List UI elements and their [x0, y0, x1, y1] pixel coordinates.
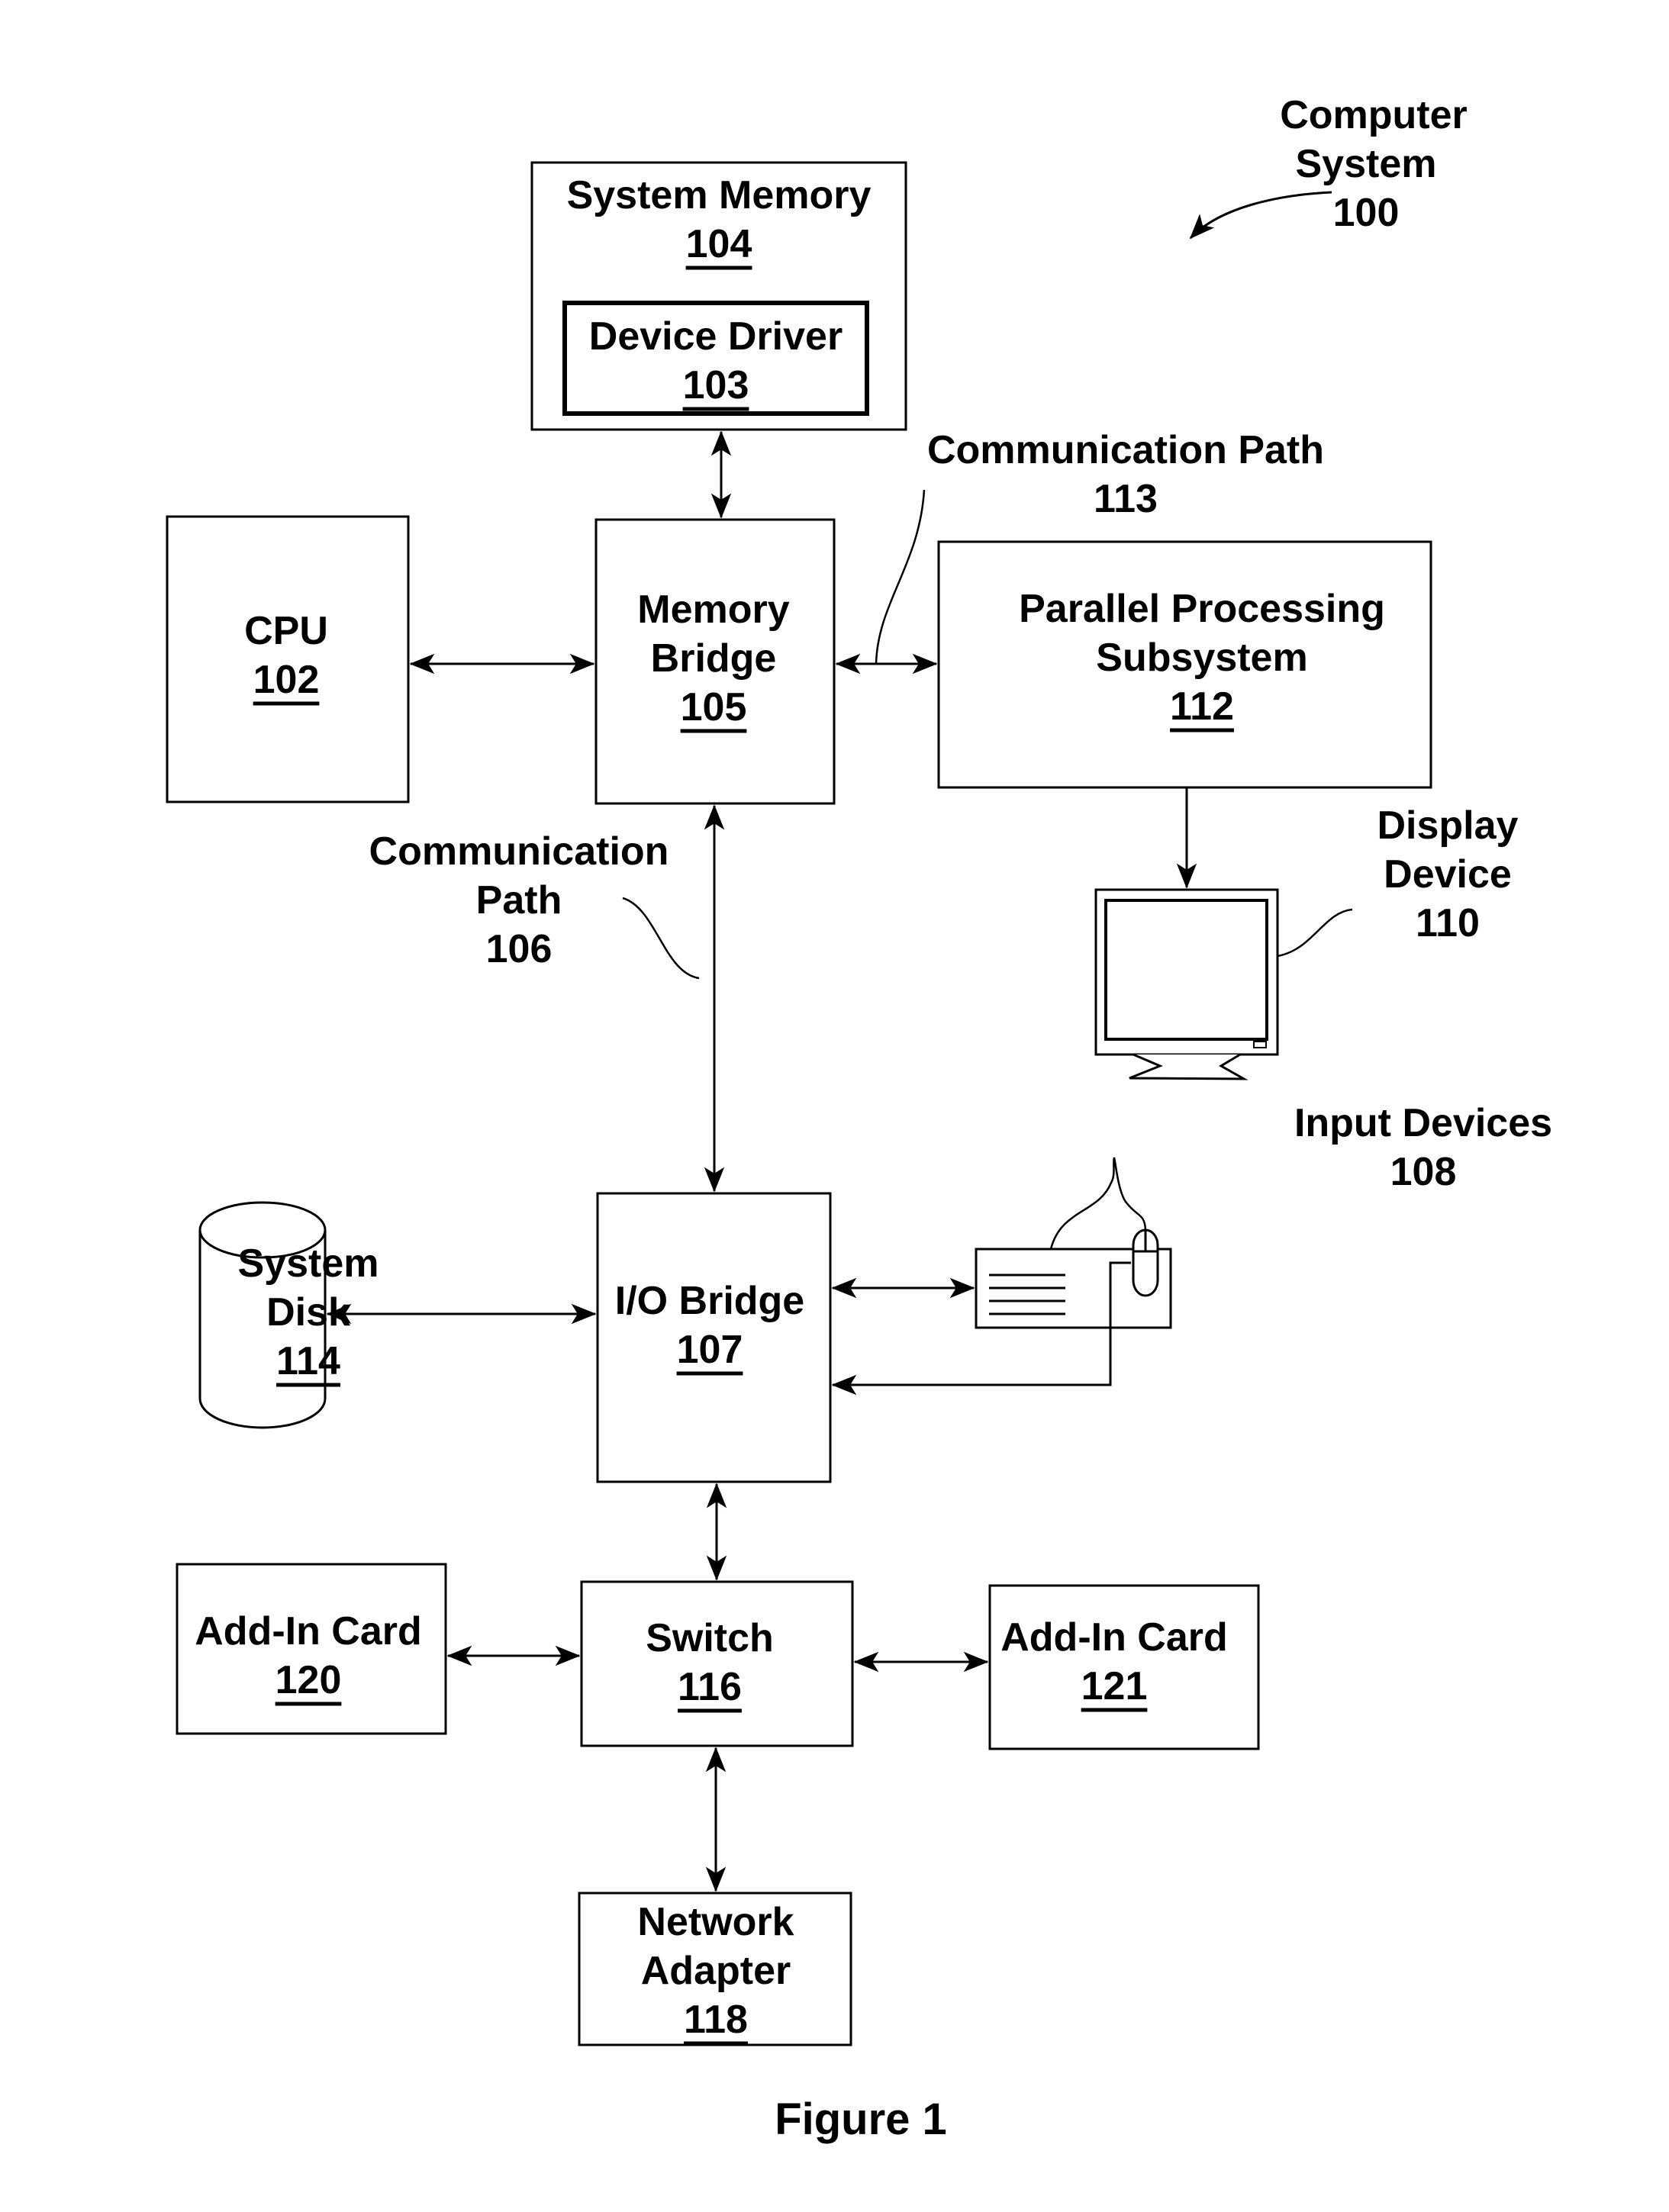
communication-path-106-callout: Communication Path 106: [369, 829, 700, 980]
parallel-processing-block[interactable]: Parallel Processing Subsystem 112: [937, 540, 1432, 789]
display-device-block[interactable]: Display Device 110: [1094, 803, 1519, 1080]
network-adapter-block[interactable]: Network Adapter 118: [578, 1892, 852, 2046]
cpu-title: CPU: [244, 609, 328, 653]
network-adapter-ref: 118: [684, 1998, 748, 2042]
add-in-card-121-block[interactable]: Add-In Card 121: [988, 1584, 1260, 1750]
monitor-stand: [1129, 1053, 1249, 1080]
computer-system-line-2: System: [1296, 142, 1437, 186]
figure-title: Figure 1: [775, 2094, 947, 2144]
computer-system-ref: 100: [1333, 191, 1400, 235]
parallel-processing-line-2: Subsystem: [1096, 636, 1307, 680]
display-device-line-2: Device: [1384, 852, 1512, 897]
system-disk-ref: 114: [276, 1339, 340, 1383]
switch-title: Switch: [646, 1616, 774, 1660]
comm-path-113-ref: 113: [1094, 477, 1158, 521]
input-devices-brace: [1049, 1157, 1147, 1250]
memory-bridge-line-2: Bridge: [651, 636, 777, 681]
device-driver-title: Device Driver: [589, 314, 843, 359]
switch-box[interactable]: [580, 1580, 854, 1747]
cpu-ref: 102: [253, 658, 320, 702]
computer-system-diagram: Computer System 100 System Memory 104 De…: [166, 93, 1552, 2144]
comm-path-106-line-1: Communication: [369, 829, 669, 874]
network-adapter-line-1: Network: [637, 1900, 794, 1944]
add-in-card-121-title: Add-In Card: [1000, 1615, 1228, 1660]
monitor-screen: [1104, 899, 1268, 1041]
network-adapter-line-2: Adapter: [641, 1949, 791, 1993]
io-bridge-block[interactable]: I/O Bridge 107: [596, 1192, 832, 1483]
system-memory-title: System Memory: [567, 173, 872, 217]
comm-path-106-line-2: Path: [476, 878, 562, 922]
switch-ref: 116: [678, 1665, 742, 1709]
io-bridge-title: I/O Bridge: [615, 1279, 804, 1323]
comm-path-113-label: Communication Path: [927, 428, 1324, 472]
memory-bridge-line-1: Memory: [637, 588, 789, 632]
add-in-card-121-ref: 121: [1081, 1664, 1148, 1708]
computer-system-line-1: Computer: [1280, 93, 1468, 137]
system-memory-block[interactable]: System Memory 104 Device Driver 103: [530, 161, 907, 431]
display-device-ref: 110: [1416, 901, 1480, 945]
add-in-card-120-title: Add-In Card: [195, 1609, 422, 1653]
device-driver-ref: 103: [683, 363, 749, 407]
input-devices-ref: 108: [1390, 1150, 1457, 1194]
add-in-card-120-block[interactable]: Add-In Card 120: [176, 1563, 447, 1735]
system-disk-line-1: System: [238, 1241, 379, 1286]
memory-bridge-ref: 105: [681, 685, 747, 729]
add-in-card-120-ref: 120: [275, 1658, 342, 1702]
cpu-block[interactable]: CPU 102: [166, 515, 410, 803]
parallel-processing-ref: 112: [1170, 684, 1234, 729]
display-device-leader: [1277, 908, 1353, 958]
switch-block[interactable]: Switch 116: [580, 1580, 854, 1747]
comm-path-106-ref: 106: [486, 927, 553, 971]
system-disk-line-2: Disk: [266, 1290, 350, 1335]
io-bridge-ref: 107: [677, 1328, 743, 1372]
display-device-line-1: Display: [1377, 803, 1519, 848]
comm-path-113-leader: [875, 489, 926, 665]
input-devices-block[interactable]: Input Devices 108: [975, 1101, 1552, 1329]
system-memory-ref: 104: [686, 222, 752, 266]
comm-path-106-leader: [622, 897, 700, 980]
system-pointer-arrow: [1189, 191, 1332, 240]
input-devices-label: Input Devices: [1294, 1101, 1552, 1145]
computer-system-label: Computer System 100: [1189, 93, 1468, 240]
parallel-processing-line-1: Parallel Processing: [1019, 587, 1385, 631]
memory-bridge-block[interactable]: Memory Bridge 105: [594, 518, 836, 805]
monitor-power-button: [1253, 1041, 1267, 1048]
